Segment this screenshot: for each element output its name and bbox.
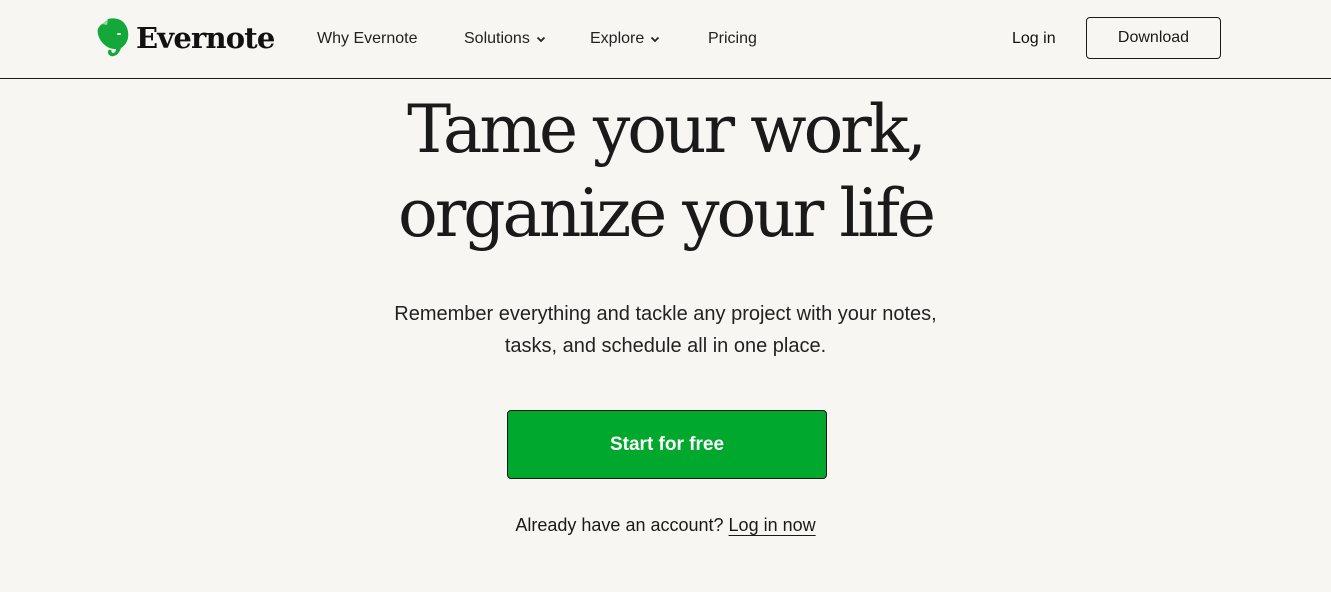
evernote-logo[interactable]: Evernote [96, 17, 275, 59]
login-link[interactable]: Log in [1012, 27, 1056, 51]
hero-title-line1: Tame your work, [407, 91, 927, 168]
hero-title-line2: organize your life [397, 175, 936, 252]
download-button[interactable]: Download [1086, 17, 1221, 59]
account-prompt: Already have an account? Log in now [0, 512, 1331, 538]
account-prompt-text: Already have an account? [515, 515, 724, 535]
nav-explore[interactable]: Explore [590, 27, 660, 51]
chevron-down-icon [536, 36, 545, 43]
start-for-free-button[interactable]: Start for free [507, 410, 827, 479]
hero-subtitle-line2: tasks, and schedule all in one place. [504, 335, 827, 357]
nav-label: Solutions [464, 30, 530, 47]
log-in-now-link[interactable]: Log in now [729, 515, 816, 535]
nav-label: Why Evernote [317, 30, 418, 47]
chevron-down-icon [651, 36, 660, 43]
hero-subtitle-line1: Remember everything and tackle any proje… [394, 303, 937, 325]
logo-text: Evernote [136, 21, 275, 55]
hero-title: Tame your work, organize your life [0, 88, 1331, 256]
elephant-icon [97, 18, 129, 57]
nav-pricing[interactable]: Pricing [708, 27, 757, 51]
nav-label: Pricing [708, 30, 757, 47]
site-header: Evernote Why Evernote Solutions Explore … [0, 0, 1331, 79]
nav-solutions[interactable]: Solutions [464, 27, 546, 51]
nav-label: Explore [590, 30, 645, 47]
hero-subtitle: Remember everything and tackle any proje… [0, 298, 1331, 362]
nav-why-evernote[interactable]: Why Evernote [317, 27, 417, 51]
